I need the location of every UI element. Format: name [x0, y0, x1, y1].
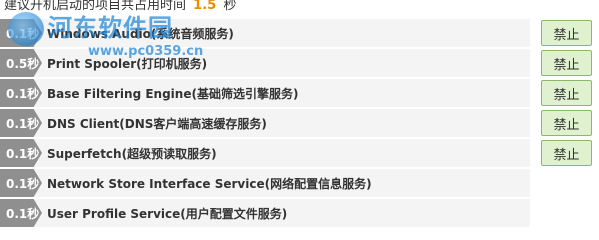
service-name: Windows Audio(系统音频服务): [47, 26, 234, 41]
time-badge: 0.1秒: [0, 139, 42, 167]
list-item: 0.1秒 Windows Audio(系统音频服务) 禁止: [0, 19, 599, 47]
startup-items-list: 0.1秒 Windows Audio(系统音频服务) 禁止 0.5秒 Print…: [0, 19, 599, 229]
service-name: User Profile Service(用户配置文件服务): [47, 206, 288, 221]
startup-time-summary: 建议开机启动的项目共占用时间 1.5 秒: [4, 0, 236, 13]
summary-unit: 秒: [223, 0, 237, 13]
time-badge: 0.1秒: [0, 169, 42, 197]
service-name: DNS Client(DNS客户端高速缓存服务): [47, 116, 267, 131]
time-badge: 0.1秒: [0, 199, 42, 227]
disable-button[interactable]: 禁止: [541, 50, 592, 76]
disable-button[interactable]: 禁止: [541, 140, 592, 166]
disable-button[interactable]: 禁止: [541, 80, 592, 106]
service-name: Base Filtering Engine(基础筛选引擎服务): [47, 86, 299, 101]
disable-button[interactable]: 禁止: [541, 20, 592, 46]
service-name: Superfetch(超级预读取服务): [47, 146, 217, 161]
startup-items-page: 建议开机启动的项目共占用时间 1.5 秒 0.1秒 Windows Audio(…: [0, 0, 599, 227]
list-item: 0.1秒 Network Store Interface Service(网络配…: [0, 169, 599, 197]
summary-prefix: 建议开机启动的项目共占用时间: [4, 0, 187, 13]
summary-total-time: 1.5: [193, 0, 217, 13]
service-name: Network Store Interface Service(网络配置信息服务…: [47, 176, 372, 191]
list-item: 0.1秒 DNS Client(DNS客户端高速缓存服务) 禁止: [0, 109, 599, 137]
time-badge: 0.1秒: [0, 109, 42, 137]
disable-button[interactable]: 禁止: [541, 110, 592, 136]
service-name: Print Spooler(打印机服务): [47, 56, 208, 71]
list-item: 0.1秒 Base Filtering Engine(基础筛选引擎服务) 禁止: [0, 79, 599, 107]
list-item: 0.1秒 Superfetch(超级预读取服务) 禁止: [0, 139, 599, 167]
time-badge: 0.5秒: [0, 49, 42, 77]
list-item: 0.1秒 User Profile Service(用户配置文件服务): [0, 199, 599, 227]
list-item: 0.5秒 Print Spooler(打印机服务) 禁止: [0, 49, 599, 77]
time-badge: 0.1秒: [0, 79, 42, 107]
time-badge: 0.1秒: [0, 19, 42, 47]
